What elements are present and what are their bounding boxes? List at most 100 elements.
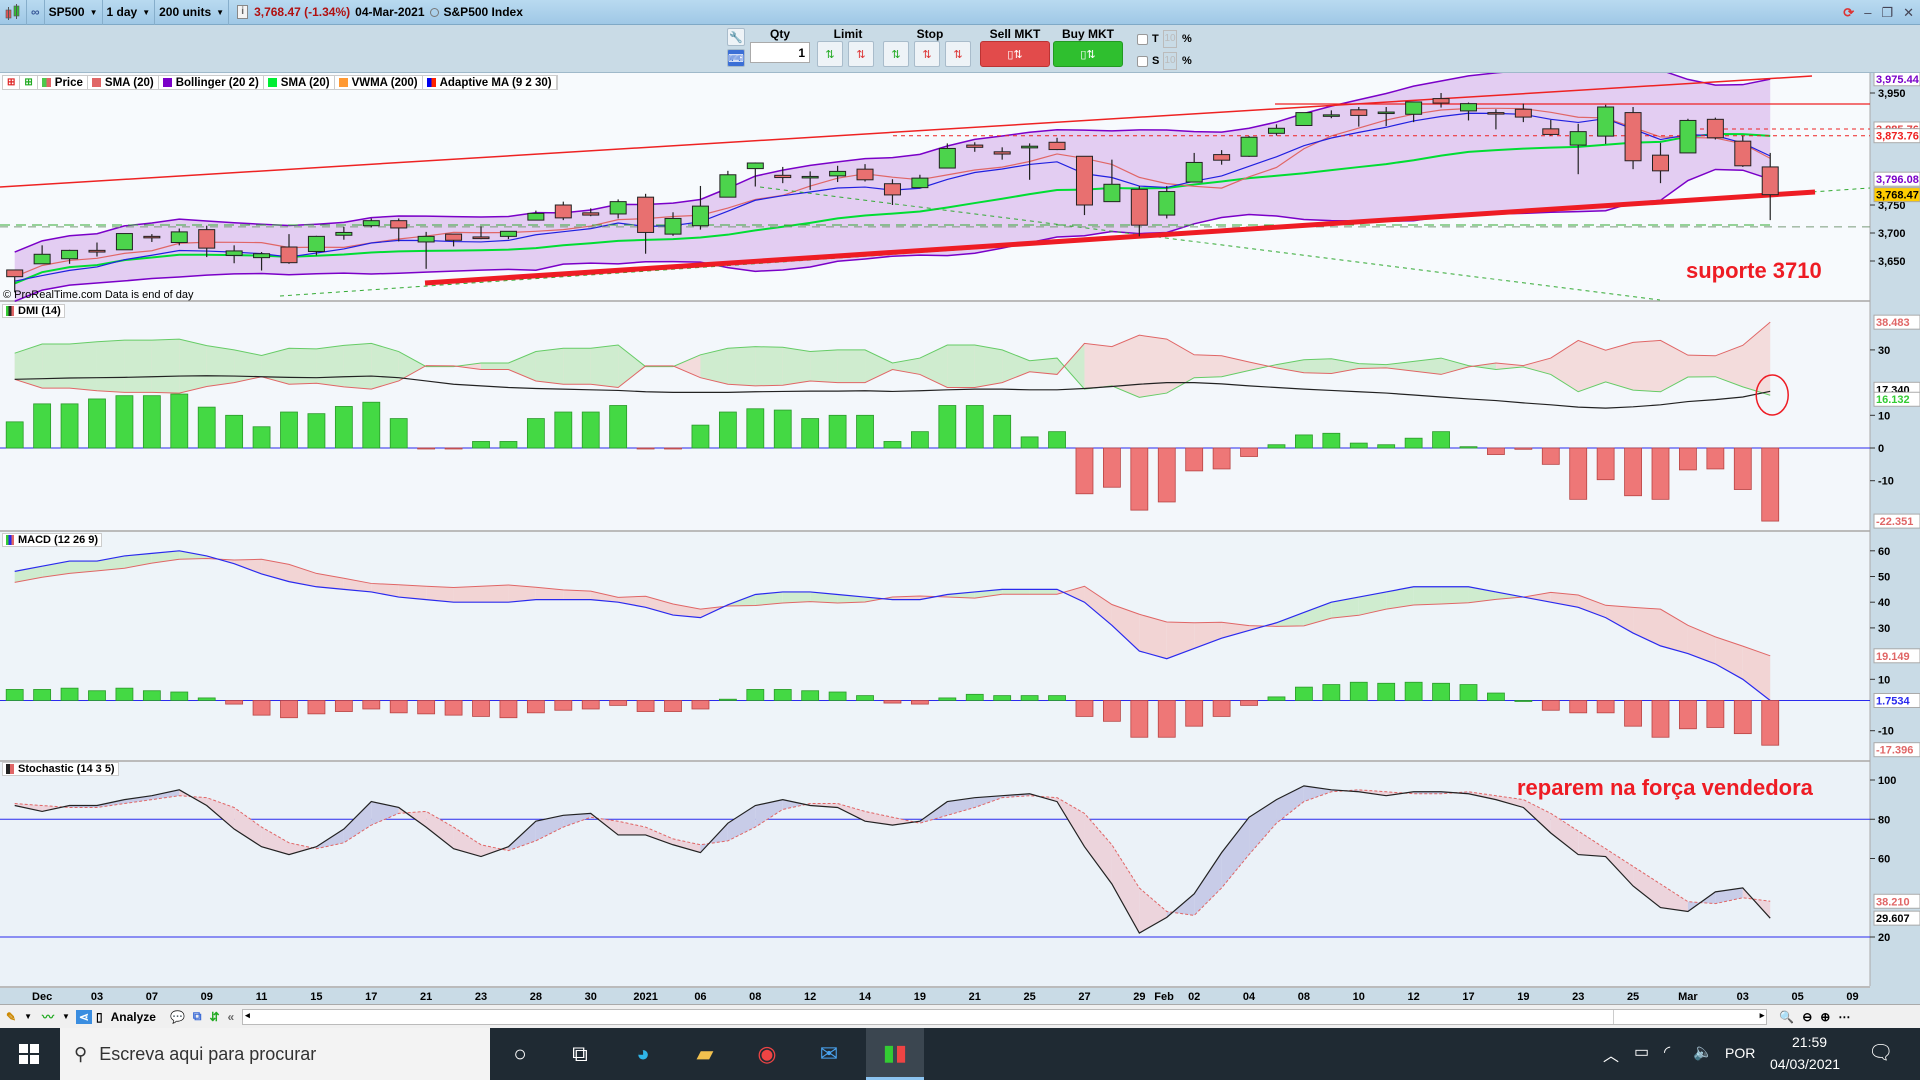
stop-button-3[interactable]: ⇅ — [945, 41, 971, 67]
macd-histogram-bar — [362, 700, 381, 710]
dmi-axis-label: -10 — [1878, 476, 1894, 488]
candle-up — [1240, 136, 1258, 157]
chart-area[interactable]: 3,9503,7503,7003,6503,975.443,885.763,87… — [0, 73, 1920, 1004]
stop-button-2[interactable]: ⇅ — [914, 41, 940, 67]
mail-icon[interactable]: ✉ — [804, 1028, 854, 1080]
drawing-tools-icon[interactable]: ✎ — [6, 1010, 16, 1024]
stochastic-panel-label[interactable]: Stochastic (14 3 5) — [2, 762, 119, 776]
settings-icon[interactable]: ⋯ — [1838, 1010, 1850, 1024]
wrench-icon[interactable]: 🔧 — [727, 28, 745, 46]
candle-down — [856, 168, 874, 181]
indicators-icon[interactable]: 〰 — [42, 1008, 54, 1025]
dmi-histogram-bar — [362, 401, 381, 449]
scroll-right-icon[interactable]: ▸ — [1760, 1010, 1765, 1021]
cortana-icon[interactable]: ○ — [495, 1028, 545, 1080]
refresh-icon[interactable]: ⟳ — [1843, 5, 1854, 21]
limit-sell-button[interactable]: ⇅ — [848, 41, 874, 67]
info-icon[interactable]: i — [237, 5, 249, 19]
close-button[interactable]: ✕ — [1903, 5, 1914, 21]
collapse-panel-button[interactable]: ⊞ — [3, 76, 21, 89]
t-percent-input[interactable]: 10 — [1163, 30, 1177, 48]
s-percent-input[interactable]: 10 — [1163, 52, 1177, 70]
analyze-button[interactable]: Analyze — [111, 1010, 156, 1024]
dmi-histogram-bar — [1596, 447, 1615, 481]
zoom-fit-icon[interactable]: 🔍 — [1779, 1010, 1794, 1024]
time-axis-label: 17 — [1462, 991, 1474, 1003]
edge-icon[interactable]: ◕ — [618, 1028, 668, 1080]
clock-time[interactable]: 21:59 — [1792, 1034, 1827, 1050]
zoom-out-icon[interactable]: ⊖ — [1802, 1010, 1812, 1024]
buy-mkt-button[interactable]: ▯⇅ — [1053, 41, 1123, 67]
battery-icon[interactable]: ▭ — [1634, 1042, 1649, 1062]
legend-item-bollinger[interactable]: Bollinger (20 2) — [159, 76, 264, 89]
dmi-histogram-bar — [88, 398, 106, 449]
zoom-in-icon[interactable]: ⊕ — [1820, 1010, 1830, 1024]
candle-down — [1652, 154, 1669, 172]
clock-date[interactable]: 04/03/2021 — [1770, 1056, 1840, 1072]
dmi-histogram-bar — [1624, 447, 1642, 497]
qty-input[interactable]: 1 — [750, 42, 810, 63]
windows-start-icon[interactable] — [4, 1028, 54, 1080]
panel-icon[interactable]: ▯ — [96, 1010, 103, 1024]
macd-histogram-bar — [1075, 700, 1094, 717]
macd-histogram-bar — [334, 700, 353, 712]
dmi-panel-label[interactable]: DMI (14) — [2, 304, 65, 318]
units-selector[interactable]: 200 units ▼ — [155, 0, 230, 25]
keyboard-icon[interactable]: ⌨ — [727, 49, 745, 67]
volume-icon[interactable]: 🔈 — [1693, 1042, 1713, 1062]
scrollbar-thumb[interactable] — [1613, 1009, 1753, 1024]
candlestick-chart-icon[interactable] — [0, 0, 27, 25]
share-icon[interactable]: ⋖ — [75, 1009, 92, 1024]
taskbar-search-box[interactable]: ⚲ Escreva aqui para procurar — [60, 1028, 490, 1080]
scroll-left-icon[interactable]: ◂ — [245, 1010, 250, 1021]
notifications-icon[interactable]: 🗨 — [1868, 1040, 1893, 1065]
candle-up — [33, 253, 51, 265]
price-marker: 3,873.76 — [1873, 128, 1920, 144]
chevron-down-icon[interactable]: ▼ — [24, 1012, 32, 1021]
di-positive-fill — [727, 346, 756, 386]
legend-item-price[interactable]: Price — [38, 76, 88, 89]
stop-button-1[interactable]: ⇅ — [883, 41, 909, 67]
compare-icon[interactable]: ⧉ — [193, 1009, 202, 1024]
legend-item-vwma[interactable]: VWMA (200) — [335, 76, 423, 89]
axis-marker-value: 3,873.76 — [1876, 131, 1919, 143]
dmi-histogram-bar — [1020, 436, 1039, 449]
macd-panel-label[interactable]: MACD (12 26 9) — [2, 533, 103, 547]
interval-selector[interactable]: 1 day ▼ — [103, 0, 156, 25]
candle-up — [1459, 103, 1477, 112]
dmi-histogram-bar — [1432, 431, 1450, 449]
t-checkbox[interactable] — [1137, 34, 1148, 45]
dmi-histogram-bar — [554, 411, 573, 449]
scroll-left-fast-icon[interactable]: « — [228, 1010, 235, 1024]
candle-up — [1322, 114, 1340, 117]
show-hidden-icons[interactable]: ︿ — [1603, 1042, 1619, 1066]
legend-item-sma20-red[interactable]: SMA (20) — [88, 76, 159, 89]
link-icon[interactable]: ∞ — [27, 0, 45, 25]
legend-item-sma20-green[interactable]: SMA (20) — [264, 76, 335, 89]
time-axis-label: 27 — [1078, 991, 1090, 1003]
s-checkbox[interactable] — [1137, 56, 1148, 67]
limit-buy-button[interactable]: ⇅ — [817, 41, 843, 67]
minimize-button[interactable]: ‒ — [1864, 5, 1871, 20]
chrome-icon[interactable]: ◉ — [742, 1028, 792, 1080]
expand-panel-button[interactable]: ⊞ — [20, 76, 38, 89]
prorealtime-taskbar-icon[interactable]: ▮ ▮ — [866, 1028, 924, 1080]
file-explorer-icon[interactable]: ▰ — [680, 1028, 730, 1080]
language-indicator[interactable]: POR — [1725, 1045, 1755, 1061]
candle-down — [1542, 128, 1560, 135]
time-axis-label: 06 — [694, 991, 706, 1003]
restore-button[interactable]: ❐ — [1881, 5, 1893, 21]
axis-marker-value: 3,768.47 — [1876, 190, 1919, 202]
symbol-selector[interactable]: SP500 ▼ — [45, 0, 103, 25]
task-view-icon[interactable]: ⧉ — [555, 1028, 605, 1080]
macd-spread-fill — [1029, 589, 1058, 595]
candle-down — [1624, 112, 1642, 162]
trade-icon[interactable]: ⇵ — [209, 1010, 219, 1024]
chevron-down-icon[interactable]: ▼ — [62, 1012, 70, 1021]
wifi-icon[interactable]: ◜ — [1664, 1042, 1670, 1062]
time-axis-label: 05 — [1792, 991, 1804, 1003]
comment-icon[interactable]: 💬 — [170, 1010, 185, 1024]
sell-mkt-button[interactable]: ▯⇅ — [980, 41, 1050, 67]
legend-item-adaptive-ma[interactable]: Adaptive MA (9 2 30) — [423, 76, 557, 89]
horizontal-scrollbar[interactable]: ◂ ▸ — [242, 1008, 1768, 1025]
